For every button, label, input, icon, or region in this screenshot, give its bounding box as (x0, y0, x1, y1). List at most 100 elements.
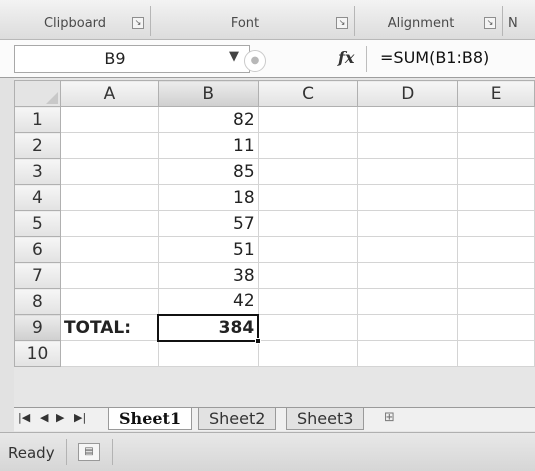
cell-c9[interactable] (257, 314, 359, 341)
chevron-down-icon[interactable]: ▼ (229, 49, 239, 64)
cell-e8[interactable] (457, 288, 535, 315)
cell-c4[interactable] (257, 184, 359, 211)
first-sheet-icon[interactable]: |◀ (18, 411, 30, 424)
cell-a4[interactable] (59, 184, 159, 211)
formula-bar: B9 ▼ ● fx =SUM(B1:B8) (0, 40, 535, 78)
column-header-e[interactable]: E (457, 80, 535, 107)
table-row: 4 18 (14, 184, 535, 211)
cell-d3[interactable] (357, 158, 459, 185)
font-group-label: Font (230, 15, 260, 31)
cell-c6[interactable] (257, 236, 359, 263)
active-cell-b9[interactable]: 384 (157, 313, 262, 344)
cell-a10[interactable] (59, 340, 159, 367)
row-header[interactable]: 1 (14, 106, 61, 133)
ribbon-group-number: N (508, 8, 535, 38)
cell-b7[interactable]: 38 (157, 262, 259, 289)
window-left-edge (0, 78, 14, 432)
cell-a2[interactable] (59, 132, 159, 159)
cell-e6[interactable] (457, 236, 535, 263)
cell-d5[interactable] (357, 210, 459, 237)
cell-e7[interactable] (457, 262, 535, 289)
cell-a8[interactable] (59, 288, 159, 315)
cell-d7[interactable] (357, 262, 459, 289)
cell-e3[interactable] (457, 158, 535, 185)
table-row: 6 51 (14, 236, 535, 263)
row-header[interactable]: 5 (14, 210, 61, 237)
insert-function-icon[interactable]: fx (338, 48, 354, 67)
cell-b5[interactable]: 57 (157, 210, 259, 237)
column-header-b[interactable]: B (157, 80, 259, 107)
cell-b2[interactable]: 11 (157, 132, 259, 159)
font-launcher-icon[interactable]: ↘ (336, 17, 348, 29)
cell-c5[interactable] (257, 210, 359, 237)
cell-a6[interactable] (59, 236, 159, 263)
cell-e9[interactable] (457, 314, 535, 341)
cell-a9[interactable]: TOTAL: (59, 314, 159, 341)
spreadsheet-grid: A B C D E 1 82 2 11 3 85 4 18 5 57 6 51 (14, 80, 535, 367)
cancel-entry-icon[interactable]: ● (244, 50, 266, 72)
column-header-a[interactable]: A (59, 80, 159, 107)
row-header[interactable]: 2 (14, 132, 61, 159)
ribbon-group-font: Font ↘ (154, 8, 350, 38)
formula-input[interactable]: =SUM(B1:B8) (380, 48, 489, 67)
row-header[interactable]: 3 (14, 158, 61, 185)
cell-e2[interactable] (457, 132, 535, 159)
tab-sheet3[interactable]: Sheet3 (286, 408, 365, 430)
ribbon-group-alignment: Alignment ↘ (358, 8, 498, 38)
cell-b4[interactable]: 18 (157, 184, 259, 211)
select-all-corner[interactable] (14, 80, 61, 107)
cell-d10[interactable] (357, 340, 459, 367)
fill-handle[interactable] (255, 337, 262, 344)
cell-b1[interactable]: 82 (157, 106, 259, 133)
clipboard-launcher-icon[interactable]: ↘ (132, 17, 144, 29)
cell-c1[interactable] (257, 106, 359, 133)
cell-b6[interactable]: 51 (157, 236, 259, 263)
cell-c7[interactable] (257, 262, 359, 289)
cell-b10[interactable] (157, 340, 259, 367)
cell-a3[interactable] (59, 158, 159, 185)
cell-b8[interactable]: 42 (157, 288, 259, 315)
cell-d2[interactable] (357, 132, 459, 159)
cell-e1[interactable] (457, 106, 535, 133)
table-row: 9 TOTAL: 384 (14, 313, 535, 344)
macro-record-icon[interactable]: ▤ (78, 443, 100, 461)
cell-e5[interactable] (457, 210, 535, 237)
cell-e10[interactable] (457, 340, 535, 367)
row-header[interactable]: 9 (14, 314, 61, 341)
cell-c3[interactable] (257, 158, 359, 185)
cell-d6[interactable] (357, 236, 459, 263)
prev-sheet-icon[interactable]: ◀ (40, 411, 48, 424)
table-row: 2 11 (14, 132, 535, 159)
table-row: 1 82 (14, 106, 535, 133)
column-header-c[interactable]: C (257, 80, 359, 107)
ribbon-group-labels: Clipboard ↘ Font ↘ Alignment ↘ N (0, 0, 535, 40)
cell-d4[interactable] (357, 184, 459, 211)
cell-d9[interactable] (357, 314, 459, 341)
cell-a5[interactable] (59, 210, 159, 237)
row-header[interactable]: 7 (14, 262, 61, 289)
cell-e4[interactable] (457, 184, 535, 211)
tab-sheet1[interactable]: Sheet1 (108, 408, 193, 430)
table-row: 7 38 (14, 262, 535, 289)
cell-a7[interactable] (59, 262, 159, 289)
next-sheet-icon[interactable]: ▶ (56, 411, 64, 424)
ribbon-group-clipboard: Clipboard ↘ (18, 8, 146, 38)
insert-sheet-icon[interactable]: ⊞ (384, 410, 395, 425)
row-header[interactable]: 4 (14, 184, 61, 211)
cell-c10[interactable] (257, 340, 359, 367)
last-sheet-icon[interactable]: ▶| (74, 411, 86, 424)
cell-a1[interactable] (59, 106, 159, 133)
cell-d8[interactable] (357, 288, 459, 315)
cell-c8[interactable] (257, 288, 359, 315)
row-header[interactable]: 8 (14, 288, 61, 315)
cell-d1[interactable] (357, 106, 459, 133)
row-header[interactable]: 6 (14, 236, 61, 263)
column-header-d[interactable]: D (357, 80, 459, 107)
name-box[interactable]: B9 ▼ (14, 45, 250, 73)
cell-b3[interactable]: 85 (157, 158, 259, 185)
row-header[interactable]: 10 (14, 340, 61, 367)
number-group-label: N (508, 15, 518, 31)
alignment-launcher-icon[interactable]: ↘ (484, 17, 496, 29)
cell-c2[interactable] (257, 132, 359, 159)
tab-sheet2[interactable]: Sheet2 (198, 408, 277, 430)
